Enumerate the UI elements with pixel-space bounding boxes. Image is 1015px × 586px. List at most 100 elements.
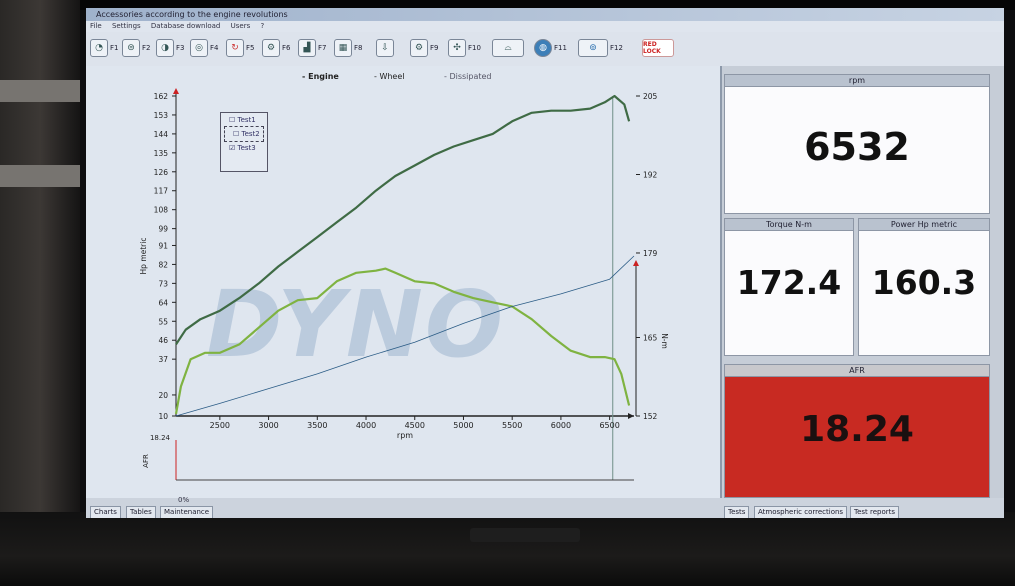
toolbar-button-f1[interactable]: ◔ F1 [90, 36, 118, 60]
toolbar-button-car[interactable]: ⌓ [492, 36, 526, 60]
desk-area [0, 512, 1015, 586]
y-tick-label: 144 [154, 130, 169, 139]
status-percent: 0% [178, 496, 190, 504]
y-tick-label: 82 [158, 260, 168, 269]
chart-panel: - Engine - Wheel - Dissipated DYNO 10 20 3… [86, 66, 722, 498]
y-tick-label: 20 [158, 391, 168, 400]
background-shelf [0, 80, 80, 102]
y-tick-label: 46 [158, 336, 168, 345]
y-tick-label: 162 [154, 92, 169, 101]
x-tick-label: 6000 [551, 421, 571, 430]
toolbar-button-f2[interactable]: ⊜ F2 [122, 36, 150, 60]
power-value: 160.3 [871, 263, 977, 302]
y-tick-label: 108 [154, 206, 169, 215]
power-gauge: Power Hp metric 160.3 [858, 218, 990, 356]
y-tick-label: 37 [158, 355, 168, 364]
toolbar-button-f11[interactable]: ◍ F11 [534, 36, 567, 60]
monitor-screen: Accessories according to the engine revo… [86, 8, 1004, 518]
afr-axis-label: AFR [142, 454, 150, 468]
menu-database-download[interactable]: Database download [151, 22, 220, 30]
menu-users[interactable]: Users [231, 22, 251, 30]
torque-gauge-label: Torque N-m [725, 219, 853, 231]
y-tick-label: 64 [158, 298, 168, 307]
test-item-3[interactable]: ☑ Test3 [221, 141, 267, 155]
y-tick-label: 55 [158, 317, 168, 326]
y-tick-label: 73 [158, 279, 168, 288]
toolbar: ◔ F1 ⊜ F2 ◑ F3 ◎ F4 ↻ F5 ⚙ F6 ▟ F7 ▦ F8 ⇩ ⚙ F9 ✣ F… [86, 32, 1004, 67]
reset-icon: ↻ [226, 39, 244, 57]
toolbar-button-red-lock[interactable]: RED LOCK [642, 36, 676, 60]
x-tick-label: 5000 [453, 421, 473, 430]
tab-tests[interactable]: Tests [724, 506, 750, 518]
gauge-icon: ◑ [156, 39, 174, 57]
afr-gauge-label: AFR [725, 365, 989, 377]
toolbar-button-f12[interactable]: ⊚ F12 [578, 36, 623, 60]
y-tick-label: 153 [154, 111, 169, 120]
toolbar-button-download[interactable]: ⇩ [376, 36, 396, 60]
globe-icon: ◍ [534, 39, 552, 57]
power-chart[interactable]: 10 20 37 46 55 64 73 82 91 99 108 117 126 135 144 153 16… [86, 66, 720, 498]
y-tick-label: 91 [158, 241, 168, 250]
y2-tick-label: 205 [643, 92, 658, 101]
car-icon: ⌓ [492, 39, 524, 57]
y-tick-label: 135 [154, 149, 169, 158]
y-axis-arrow [173, 88, 179, 94]
y-tick-label: 117 [154, 187, 169, 196]
monitor-stand [470, 528, 580, 542]
speedometer-icon: ◔ [90, 39, 108, 57]
table-icon: ▦ [334, 39, 352, 57]
toolbar-button-f3[interactable]: ◑ F3 [156, 36, 184, 60]
y2-tick-label: 152 [643, 412, 658, 421]
x-tick-label: 5500 [502, 421, 522, 430]
x-tick-label: 3500 [307, 421, 327, 430]
download-icon: ⇩ [376, 39, 394, 57]
engine-icon: ⚙ [262, 39, 280, 57]
toolbar-button-f9[interactable]: ⚙ F9 [410, 36, 438, 60]
y2-tick-label: 179 [643, 249, 658, 258]
wheel-icon: ◎ [190, 39, 208, 57]
y-tick-label: 99 [158, 225, 168, 234]
y2-tick-label: 192 [643, 170, 658, 179]
series-line-wheel [174, 267, 631, 415]
y-tick-label: 126 [154, 168, 169, 177]
chart-icon: ▟ [298, 39, 316, 57]
toolbar-button-f10[interactable]: ✣ F10 [448, 36, 481, 60]
lock-icon: RED LOCK [642, 39, 674, 57]
bottom-tab-bar: Charts Tables Maintenance 0% Tests Atmos… [86, 496, 1004, 518]
menu-settings[interactable]: Settings [112, 22, 141, 30]
rpm-value: 6532 [804, 125, 910, 169]
tab-charts[interactable]: Charts [90, 506, 121, 518]
background-wall [0, 0, 80, 586]
y-tick-label: 10 [158, 412, 168, 421]
toolbar-button-f8[interactable]: ▦ F8 [334, 36, 362, 60]
y2-tick-label: 165 [643, 334, 658, 343]
x-axis-arrow [628, 413, 634, 419]
torque-value: 172.4 [736, 263, 842, 302]
test-item-2[interactable]: ☐ Test2 [224, 126, 264, 142]
window-title: Accessories according to the engine revo… [86, 8, 1004, 21]
torque-gauge: Torque N-m 172.4 [724, 218, 854, 356]
tab-tables[interactable]: Tables [126, 506, 156, 518]
y-axis-label: Hp metric [139, 238, 148, 275]
test-selector: ☐ Test1 ☐ Test2 ☑ Test3 [220, 112, 268, 172]
toolbar-button-f6[interactable]: ⚙ F6 [262, 36, 290, 60]
toolbar-button-f7[interactable]: ▟ F7 [298, 36, 326, 60]
x-tick-label: 4000 [356, 421, 376, 430]
toolbar-button-f4[interactable]: ◎ F4 [190, 36, 218, 60]
afr-value: 18.24 [800, 409, 914, 450]
tab-atmospheric-corrections[interactable]: Atmospheric corrections [754, 506, 848, 518]
menu-file[interactable]: File [90, 22, 102, 30]
tab-test-reports[interactable]: Test reports [850, 506, 900, 518]
menu-help[interactable]: ? [260, 22, 264, 30]
tools-icon: ✣ [448, 39, 466, 57]
afr-gauge: AFR 18.24 [724, 364, 990, 498]
y2-axis-label: N-m [660, 333, 669, 349]
x-tick-label: 3000 [258, 421, 278, 430]
toolbar-button-f5[interactable]: ↻ F5 [226, 36, 254, 60]
gauge-panel: rpm 6532 Torque N-m 172.4 Power Hp metri… [722, 66, 1004, 498]
roller-icon: ⊚ [578, 39, 608, 57]
tab-maintenance[interactable]: Maintenance [160, 506, 214, 518]
afr-max-label: 18.24 [150, 434, 171, 442]
rpm-gauge: rpm 6532 [724, 74, 990, 214]
test-item-1[interactable]: ☐ Test1 [221, 113, 267, 127]
